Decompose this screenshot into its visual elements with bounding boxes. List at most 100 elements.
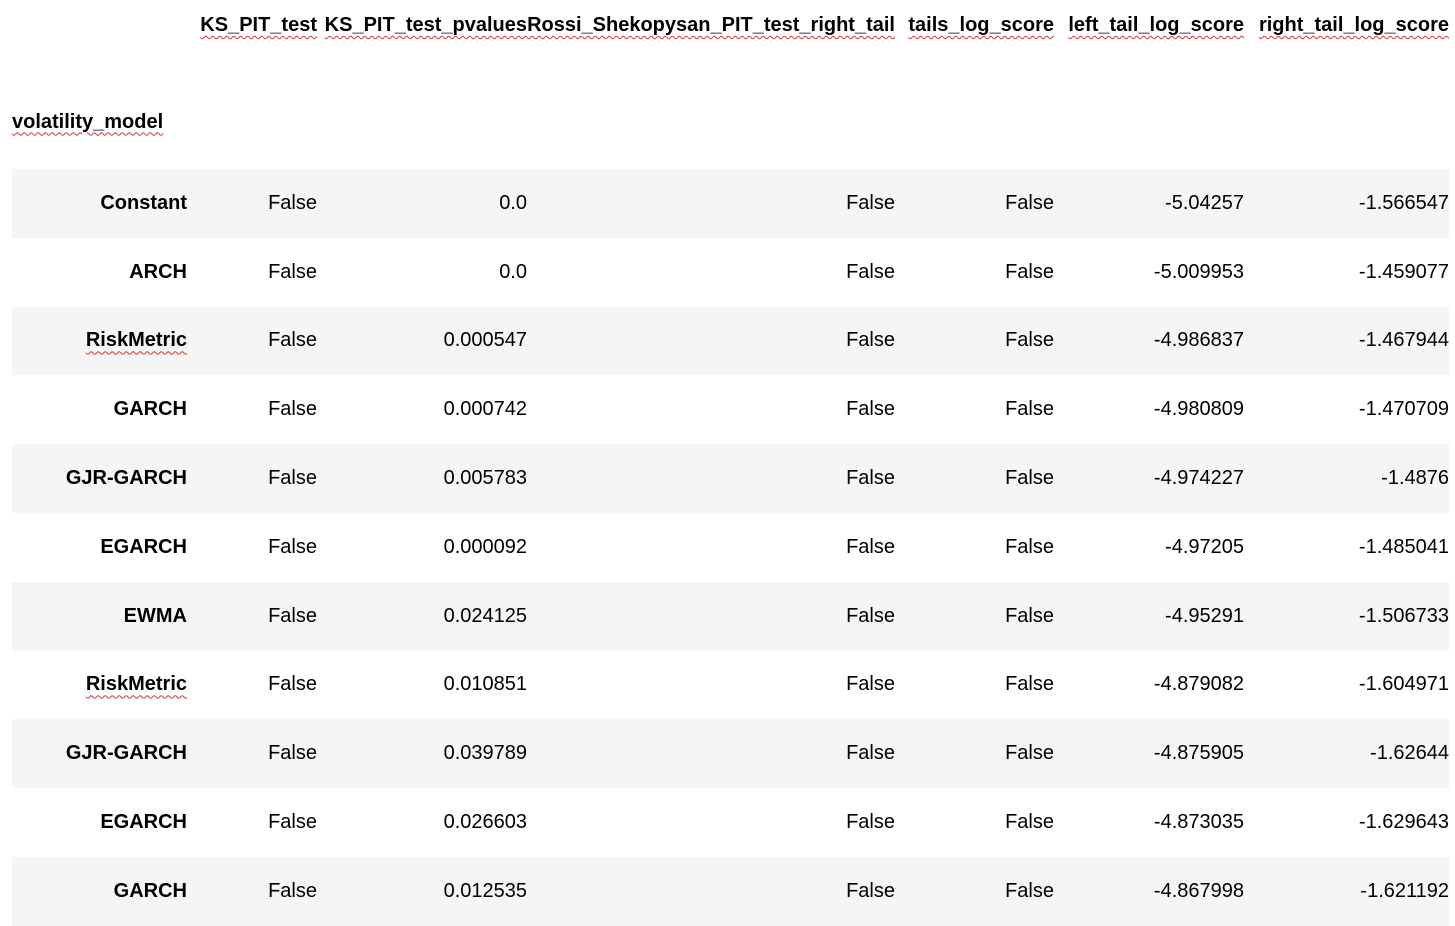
cell-right-tail-log-score: -1.485041 bbox=[1358, 535, 1449, 558]
row-index-label: GARCH bbox=[113, 398, 187, 421]
cell-rossi-shekopysan: False bbox=[846, 329, 895, 352]
column-header-tails-log-score: tails_log_score bbox=[908, 14, 1054, 36]
cell-left-tail-log-score: -4.97205 bbox=[1165, 535, 1244, 558]
cell-ks-pit-test-pvalues: 0.010851 bbox=[443, 673, 527, 696]
table-row: GARCH False 0.000742 False False -4.980809 -1.… bbox=[12, 375, 1449, 445]
dataframe-table: KS_PIT_test KS_PIT_test_pvalues Rossi_Sh… bbox=[12, 0, 1449, 926]
table-header: KS_PIT_test KS_PIT_test_pvalues Rossi_Sh… bbox=[12, 0, 1449, 169]
cell-left-tail-log-score: -5.009953 bbox=[1153, 260, 1244, 283]
cell-right-tail-log-score: -1.459077 bbox=[1358, 260, 1449, 283]
table-row: RiskMetric False 0.000547 False False -4.9868… bbox=[12, 306, 1449, 376]
cell-rossi-shekopysan: False bbox=[846, 604, 895, 627]
cell-ks-pit-test-pvalues: 0.005783 bbox=[443, 467, 527, 490]
cell-left-tail-log-score: -4.879082 bbox=[1153, 673, 1244, 696]
cell-left-tail-log-score: -4.873035 bbox=[1153, 811, 1244, 834]
cell-rossi-shekopysan: False bbox=[846, 398, 895, 421]
cell-right-tail-log-score: -1.4876 bbox=[1381, 467, 1449, 490]
cell-right-tail-log-score: -1.629643 bbox=[1358, 811, 1449, 834]
column-header-rossi-shekopysan: Rossi_Shekopysan_PIT_test_right_tail bbox=[527, 14, 895, 36]
cell-tails-log-score: False bbox=[1005, 879, 1054, 902]
cell-ks-pit-test: False bbox=[268, 535, 317, 558]
cell-ks-pit-test: False bbox=[268, 742, 317, 765]
cell-ks-pit-test-pvalues: 0.000742 bbox=[443, 398, 527, 421]
index-name-row: volatility_model bbox=[12, 75, 1449, 169]
cell-ks-pit-test-pvalues: 0.039789 bbox=[443, 742, 527, 765]
cell-ks-pit-test: False bbox=[268, 260, 317, 283]
table-body: Constant False 0.0 False False -5.04257 -1.566… bbox=[12, 169, 1449, 926]
cell-ks-pit-test: False bbox=[268, 879, 317, 902]
column-header-ks-pit-test-pvalues: KS_PIT_test_pvalues bbox=[324, 14, 527, 36]
cell-tails-log-score: False bbox=[1005, 604, 1054, 627]
column-header-row: KS_PIT_test KS_PIT_test_pvalues Rossi_Sh… bbox=[12, 0, 1449, 75]
row-index-label: GARCH bbox=[113, 879, 187, 902]
cell-left-tail-log-score: -4.986837 bbox=[1153, 329, 1244, 352]
table-row: EWMA False 0.024125 False False -4.95291 -1.50… bbox=[12, 581, 1449, 651]
cell-left-tail-log-score: -4.974227 bbox=[1153, 467, 1244, 490]
cell-ks-pit-test-pvalues: 0.000092 bbox=[443, 535, 527, 558]
cell-tails-log-score: False bbox=[1005, 329, 1054, 352]
column-header-right-tail-log-score: right_tail_log_score bbox=[1258, 14, 1449, 36]
index-header-blank bbox=[12, 0, 187, 75]
cell-rossi-shekopysan: False bbox=[846, 811, 895, 834]
cell-rossi-shekopysan: False bbox=[846, 467, 895, 490]
table-row: RiskMetric False 0.010851 False False -4.8790… bbox=[12, 650, 1449, 720]
cell-tails-log-score: False bbox=[1005, 191, 1054, 214]
cell-tails-log-score: False bbox=[1005, 811, 1054, 834]
cell-rossi-shekopysan: False bbox=[846, 742, 895, 765]
cell-ks-pit-test: False bbox=[268, 811, 317, 834]
cell-ks-pit-test: False bbox=[268, 329, 317, 352]
cell-right-tail-log-score: -1.621192 bbox=[1360, 879, 1449, 902]
row-index-label: ARCH bbox=[129, 260, 187, 283]
dataframe-output: KS_PIT_test KS_PIT_test_pvalues Rossi_Sh… bbox=[12, 0, 1449, 926]
cell-right-tail-log-score: -1.604971 bbox=[1358, 673, 1449, 696]
table-row: EGARCH False 0.000092 False False -4.97205 -1.… bbox=[12, 512, 1449, 582]
cell-right-tail-log-score: -1.506733 bbox=[1358, 604, 1449, 627]
cell-rossi-shekopysan: False bbox=[846, 191, 895, 214]
cell-tails-log-score: False bbox=[1005, 398, 1054, 421]
cell-ks-pit-test: False bbox=[268, 467, 317, 490]
cell-right-tail-log-score: -1.467944 bbox=[1358, 329, 1449, 352]
cell-tails-log-score: False bbox=[1005, 673, 1054, 696]
cell-right-tail-log-score: -1.566547 bbox=[1358, 191, 1449, 214]
row-index-label: Constant bbox=[100, 191, 187, 214]
row-index-label: RiskMetric bbox=[85, 673, 187, 696]
cell-ks-pit-test-pvalues: 0.026603 bbox=[443, 811, 527, 834]
table-row: GJR-GARCH False 0.005783 False False -4.97422… bbox=[12, 444, 1449, 513]
row-index-label: EWMA bbox=[123, 604, 187, 627]
cell-right-tail-log-score: -1.470709 bbox=[1358, 398, 1449, 421]
column-header-left-tail-log-score: left_tail_log_score bbox=[1068, 14, 1244, 36]
table-row: Constant False 0.0 False False -5.04257 -1.566… bbox=[12, 169, 1449, 238]
cell-ks-pit-test-pvalues: 0.024125 bbox=[443, 604, 527, 627]
cell-rossi-shekopysan: False bbox=[846, 260, 895, 283]
cell-left-tail-log-score: -4.95291 bbox=[1165, 604, 1244, 627]
cell-tails-log-score: False bbox=[1005, 742, 1054, 765]
cell-ks-pit-test: False bbox=[268, 191, 317, 214]
cell-tails-log-score: False bbox=[1005, 260, 1054, 283]
cell-ks-pit-test: False bbox=[268, 604, 317, 627]
table-row: GARCH False 0.012535 False False -4.867998 -1.… bbox=[12, 856, 1449, 926]
cell-rossi-shekopysan: False bbox=[846, 673, 895, 696]
cell-left-tail-log-score: -4.867998 bbox=[1153, 879, 1244, 902]
cell-left-tail-log-score: -4.875905 bbox=[1153, 742, 1244, 765]
cell-ks-pit-test: False bbox=[268, 398, 317, 421]
row-index-label: EGARCH bbox=[100, 535, 187, 558]
row-index-label: RiskMetric bbox=[85, 329, 187, 352]
table-row: EGARCH False 0.026603 False False -4.873035 -1… bbox=[12, 788, 1449, 857]
index-name-header: volatility_model bbox=[12, 110, 164, 133]
cell-ks-pit-test-pvalues: 0.0 bbox=[499, 191, 527, 214]
cell-ks-pit-test: False bbox=[268, 673, 317, 696]
table-row: GJR-GARCH False 0.039789 False False -4.87590… bbox=[12, 719, 1449, 789]
cell-ks-pit-test-pvalues: 0.012535 bbox=[443, 879, 527, 902]
cell-right-tail-log-score: -1.62644 bbox=[1370, 742, 1449, 765]
table-row: ARCH False 0.0 False False -5.009953 -1.459077 bbox=[12, 237, 1449, 307]
cell-tails-log-score: False bbox=[1005, 467, 1054, 490]
cell-rossi-shekopysan: False bbox=[846, 879, 895, 902]
cell-tails-log-score: False bbox=[1005, 535, 1054, 558]
cell-left-tail-log-score: -4.980809 bbox=[1153, 398, 1244, 421]
column-header-ks-pit-test: KS_PIT_test bbox=[200, 14, 317, 36]
row-index-label: EGARCH bbox=[100, 811, 187, 834]
cell-left-tail-log-score: -5.04257 bbox=[1165, 191, 1244, 214]
row-index-label: GJR-GARCH bbox=[65, 467, 187, 490]
cell-ks-pit-test-pvalues: 0.000547 bbox=[443, 329, 527, 352]
cell-rossi-shekopysan: False bbox=[846, 535, 895, 558]
